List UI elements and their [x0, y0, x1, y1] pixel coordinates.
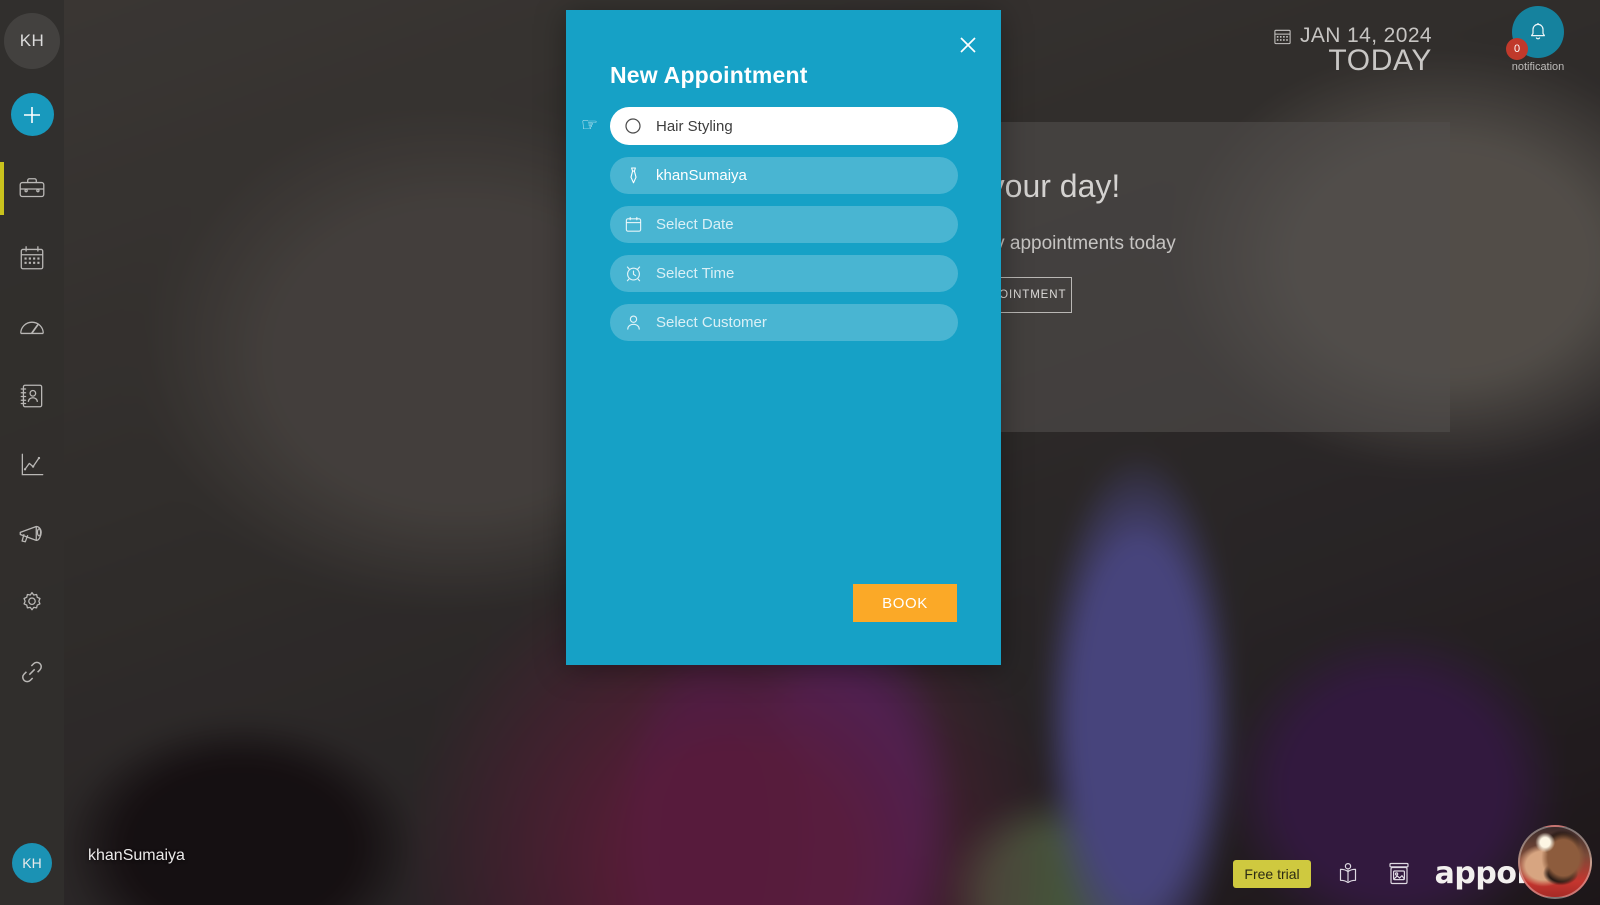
person-icon [610, 313, 656, 332]
org-avatar[interactable]: KH [4, 13, 60, 69]
new-appointment-modal: New Appointment ☞ Hair Styling khanSumai… [566, 10, 1001, 665]
sidebar-user[interactable]: KH [0, 843, 64, 883]
sidebar-user-name: khanSumaiya [88, 847, 185, 864]
book-button[interactable]: BOOK [853, 584, 957, 622]
notification-count-badge: 0 [1506, 38, 1528, 60]
user-profile-photo[interactable] [1518, 825, 1592, 899]
date-field-placeholder: Select Date [656, 216, 734, 233]
gauge-icon [20, 321, 44, 334]
megaphone-icon [19, 525, 42, 542]
guide-button[interactable] [1333, 859, 1363, 889]
media-button[interactable] [1385, 860, 1413, 888]
app-root: KH KH khanSumaiya JAN 14, 2024 TODAY 0 n… [0, 0, 1600, 905]
calendar-icon [20, 245, 44, 269]
sidebar-item-dashboard[interactable] [0, 292, 64, 361]
gear-icon [23, 591, 41, 610]
sidebar-item-customers[interactable] [0, 361, 64, 430]
calendar-icon [1274, 29, 1291, 44]
sidebar-nav [0, 154, 64, 706]
date-field[interactable]: Select Date [610, 206, 958, 243]
modal-title: New Appointment [610, 62, 808, 88]
sidebar-item-integrations[interactable] [0, 637, 64, 706]
sidebar-item-calendar[interactable] [0, 223, 64, 292]
reading-person-icon [1339, 862, 1356, 883]
staff-field-value: khanSumaiya [656, 167, 747, 184]
service-field-value: Hair Styling [656, 117, 733, 135]
service-field[interactable]: ☞ Hair Styling [581, 107, 958, 145]
clock-icon [610, 264, 656, 283]
customer-field[interactable]: Select Customer [610, 304, 958, 341]
today-label: TODAY [1328, 44, 1432, 77]
notifications: 0 notification [1506, 6, 1570, 73]
tie-icon [610, 166, 656, 185]
pointing-hand-icon: ☞ [581, 115, 599, 136]
staff-field[interactable]: khanSumaiya [610, 157, 958, 194]
image-archive-icon [1389, 862, 1409, 884]
notification-button[interactable]: 0 [1506, 6, 1564, 60]
time-field-placeholder: Select Time [656, 265, 735, 282]
briefcase-icon [19, 177, 45, 197]
header-date-block: JAN 14, 2024 TODAY [1273, 24, 1432, 78]
add-new-button[interactable] [10, 93, 54, 136]
contacts-book-icon [20, 384, 43, 407]
close-icon [960, 37, 976, 53]
left-sidebar: KH KH [0, 0, 64, 905]
sidebar-item-reports[interactable] [0, 430, 64, 499]
plus-icon [24, 106, 40, 123]
customer-field-placeholder: Select Customer [656, 314, 767, 331]
free-trial-badge[interactable]: Free trial [1233, 859, 1311, 888]
chart-icon [21, 453, 44, 475]
sidebar-item-settings[interactable] [0, 568, 64, 637]
appointment-form: ☞ Hair Styling khanSumaiya Select Date S… [581, 107, 958, 353]
sidebar-item-business[interactable] [0, 154, 64, 223]
notification-label: notification [1511, 61, 1565, 73]
sidebar-item-marketing[interactable] [0, 499, 64, 568]
calendar-icon [610, 215, 656, 234]
link-icon [22, 661, 42, 682]
time-field[interactable]: Select Time [610, 255, 958, 292]
close-modal-button[interactable] [951, 28, 985, 62]
bell-icon [1531, 23, 1545, 40]
circle-icon [610, 117, 656, 135]
user-initials-avatar: KH [12, 843, 52, 883]
